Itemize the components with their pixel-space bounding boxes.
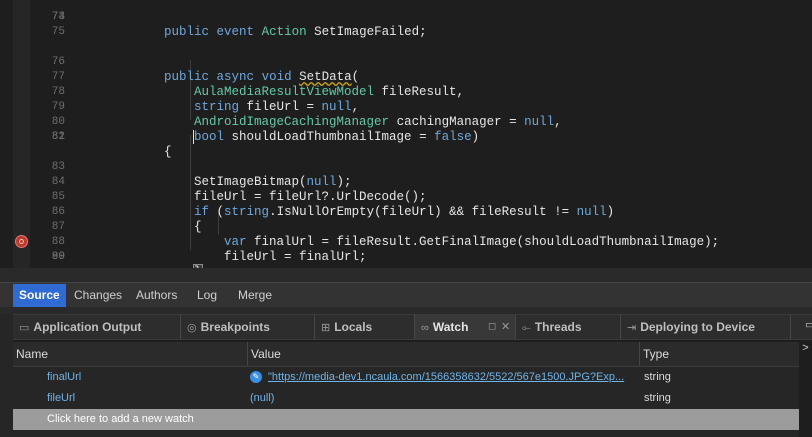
watch-value[interactable]: "https://media-dev1.ncaula.com/156635863… <box>268 371 624 383</box>
code-line: 76 public async void SetData( <box>51 56 360 84</box>
pad-tab-bar: ▭ Application Output ◎ Breakpoints ⊞ Locals… <box>13 314 812 340</box>
terminal-icon: ▭ <box>19 322 30 334</box>
code-line: 73 public event Action SetImageFailed; <box>51 11 427 39</box>
code-line: 83 SetImageBitmap(null); <box>51 161 352 189</box>
threads-icon: ⟜ <box>522 322 531 334</box>
code-line: 81 { <box>51 131 172 159</box>
watch-icon: ∞ <box>421 322 429 334</box>
text-cursor <box>193 130 194 144</box>
watch-value: (null) <box>250 392 275 404</box>
code-line: 86 { <box>51 206 202 234</box>
watch-row[interactable]: finalUrl ✎ "https://media-dev1.ncaula.com… <box>13 367 800 388</box>
tab-locals[interactable]: ⊞ Locals <box>315 315 415 339</box>
tab-breakpoints[interactable]: ◎ Breakpoints <box>181 315 315 339</box>
watch-row[interactable]: fileUrl (null) string <box>13 388 800 409</box>
locals-icon: ⊞ <box>321 322 331 334</box>
column-value[interactable]: Value <box>248 342 640 366</box>
deploy-icon: ⇥ <box>627 322 637 334</box>
code-line: 80 bool shouldLoadThumbnailImage = false… <box>51 116 480 144</box>
code-line: 79 AndroidImageCachingManager cachingMan… <box>51 101 562 129</box>
close-icon[interactable]: ✕ <box>501 315 510 339</box>
code-line: 75 <box>51 26 65 38</box>
code-line: 82 <box>51 131 65 143</box>
tab-deploying-to-device[interactable]: ⇥ Deploying to Device <box>621 315 791 339</box>
column-type[interactable]: Type <box>640 342 800 366</box>
tab-log[interactable]: Log <box>191 284 223 307</box>
tab-authors[interactable]: Authors <box>130 284 183 307</box>
code-editor[interactable]: 73 public event Action SetImageFailed; 7… <box>0 0 812 268</box>
watch-name: fileUrl <box>47 392 76 404</box>
tab-merge[interactable]: Merge <box>232 284 278 307</box>
pencil-icon[interactable]: ✎ <box>250 371 262 384</box>
horizontal-scrollbar[interactable] <box>0 268 812 282</box>
watch-pad: Name Value Type finalUrl ✎ "https://media… <box>13 342 800 437</box>
tab-watch[interactable]: ∞ Watch ◻ ✕ <box>415 315 516 339</box>
dock-icon[interactable]: ◻ <box>488 315 496 339</box>
code-line: 77 AulaMediaResultViewModel fileResult, <box>51 71 465 99</box>
watch-type: string <box>644 371 671 383</box>
tab-threads[interactable]: ⟜ Threads <box>516 315 621 339</box>
breakpoints-icon: ◎ <box>187 322 197 334</box>
watch-type: string <box>644 392 671 404</box>
code-line: 74 <box>51 11 65 23</box>
tab-application-output[interactable]: ▭ Application Output <box>13 315 181 339</box>
code-line: 85 if (string.IsNullOrEmpty(fileUrl) && … <box>51 191 615 219</box>
add-watch-label: Click here to add a new watch <box>47 413 194 425</box>
code-line: 87 var finalUrl = fileResult.GetFinalIma… <box>51 221 720 249</box>
source-tab-bar: Source Changes Authors Log Merge <box>0 282 812 308</box>
code-line: 90 <box>51 251 65 263</box>
code-line: 78 string fileUrl = null, <box>51 86 360 114</box>
overflow-tab-icon[interactable]: ▭ <box>805 318 812 331</box>
tab-source[interactable]: Source <box>13 284 66 307</box>
expand-arrow-icon[interactable]: > <box>799 342 812 437</box>
tab-changes[interactable]: Changes <box>68 284 128 307</box>
watch-name: finalUrl <box>47 371 82 383</box>
column-name[interactable]: Name <box>13 342 248 366</box>
code-line: 88 fileUrl = finalUrl; <box>51 236 367 264</box>
breakpoint-icon[interactable] <box>15 235 28 248</box>
add-watch-row[interactable]: Click here to add a new watch <box>13 409 800 430</box>
code-line: 84 fileUrl = fileUrl?.UrlDecode(); <box>51 176 427 204</box>
watch-header: Name Value Type <box>13 342 800 367</box>
code-line: 89 } <box>0 235 812 268</box>
